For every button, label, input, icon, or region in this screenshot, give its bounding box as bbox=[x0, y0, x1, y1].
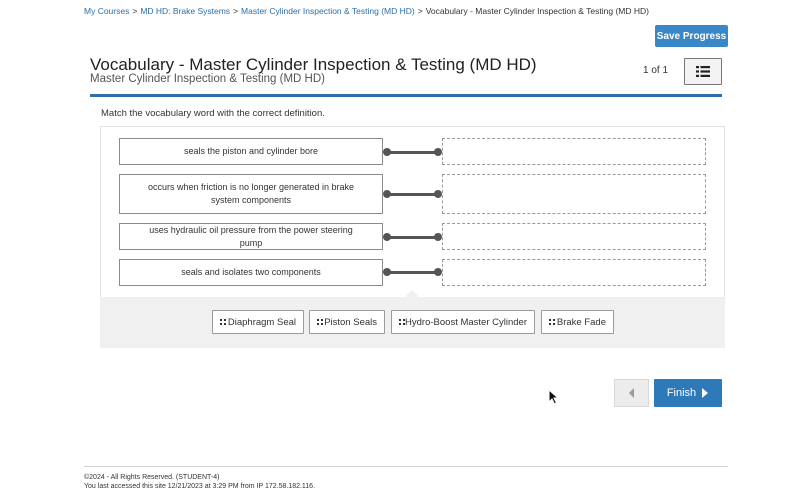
caret-right-icon bbox=[702, 388, 709, 398]
definition-item: seals the piston and cylinder bore bbox=[119, 138, 383, 165]
word-chip-label: Brake Fade bbox=[556, 316, 606, 328]
definition-text: uses hydraulic oil pressure from the pow… bbox=[149, 224, 353, 248]
drag-handle-icon bbox=[220, 319, 226, 325]
instructions: Match the vocabulary word with the corre… bbox=[101, 108, 325, 119]
footer-divider bbox=[84, 466, 728, 467]
finish-button[interactable]: Finish bbox=[654, 379, 722, 407]
breadcrumb-link-master-cylinder[interactable]: Master Cylinder Inspection & Testing (MD… bbox=[241, 6, 415, 16]
previous-button[interactable] bbox=[614, 379, 649, 407]
footer-last-access: You last accessed this site 12/21/2023 a… bbox=[84, 482, 316, 490]
breadcrumb-link-brake-systems[interactable]: MD HD: Brake Systems bbox=[140, 6, 230, 16]
connector bbox=[383, 148, 442, 156]
word-chip-label: Piston Seals bbox=[324, 316, 377, 328]
breadcrumb-link-my-courses[interactable]: My Courses bbox=[84, 6, 129, 16]
drop-zone[interactable] bbox=[442, 174, 706, 214]
definition-item: occurs when friction is no longer genera… bbox=[119, 174, 383, 214]
word-chip[interactable]: Hydro-Boost Master Cylinder bbox=[391, 310, 535, 334]
word-chip[interactable]: Piston Seals bbox=[309, 310, 385, 334]
breadcrumb-separator: > bbox=[233, 6, 239, 16]
definition-item: seals and isolates two components bbox=[119, 259, 383, 286]
page-title: Vocabulary - Master Cylinder Inspection … bbox=[90, 55, 537, 74]
breadcrumb: My Courses > MD HD: Brake Systems > Master C… bbox=[84, 6, 649, 16]
finish-button-label: Finish bbox=[666, 387, 697, 399]
word-chip-label: Diaphragm Seal bbox=[227, 316, 296, 328]
list-icon bbox=[696, 66, 710, 77]
definition-text: seals and isolates two components bbox=[181, 267, 321, 277]
connector bbox=[383, 233, 442, 241]
definition-text: seals the piston and cylinder bore bbox=[183, 146, 319, 156]
connector bbox=[383, 190, 442, 198]
definition-item: uses hydraulic oil pressure from the pow… bbox=[119, 223, 383, 250]
chevron-left-icon bbox=[628, 388, 634, 398]
breadcrumb-separator: > bbox=[417, 6, 423, 16]
breadcrumb-separator: > bbox=[132, 6, 138, 16]
footer-copyright: ©2024 - All Rights Reserved. (STUDENT-4) bbox=[84, 474, 220, 481]
breadcrumb-current: Vocabulary - Master Cylinder Inspection … bbox=[425, 6, 649, 16]
word-chip-label: Hydro-Boost Master Cylinder bbox=[405, 316, 527, 328]
drag-handle-icon bbox=[549, 319, 555, 325]
page-count: 1 of 1 bbox=[643, 65, 669, 76]
save-progress-button[interactable]: Save Progress bbox=[655, 25, 728, 47]
page-list-button[interactable] bbox=[684, 58, 722, 85]
word-bank-pointer bbox=[404, 290, 420, 298]
drag-handle-icon bbox=[317, 319, 323, 325]
word-chip[interactable]: Diaphragm Seal bbox=[212, 310, 304, 334]
connector bbox=[383, 268, 442, 276]
mouse-cursor-icon bbox=[548, 389, 559, 405]
footer: ©2024 - All Rights Reserved. (STUDENT-4)… bbox=[84, 474, 315, 491]
word-chip[interactable]: Brake Fade bbox=[541, 310, 614, 334]
title-divider bbox=[90, 94, 722, 97]
drop-zone[interactable] bbox=[442, 223, 706, 250]
drop-zone[interactable] bbox=[442, 259, 706, 286]
drop-zone[interactable] bbox=[442, 138, 706, 165]
page-subtitle: Master Cylinder Inspection & Testing (MD… bbox=[90, 73, 325, 85]
definition-text: occurs when friction is no longer genera… bbox=[147, 182, 355, 205]
